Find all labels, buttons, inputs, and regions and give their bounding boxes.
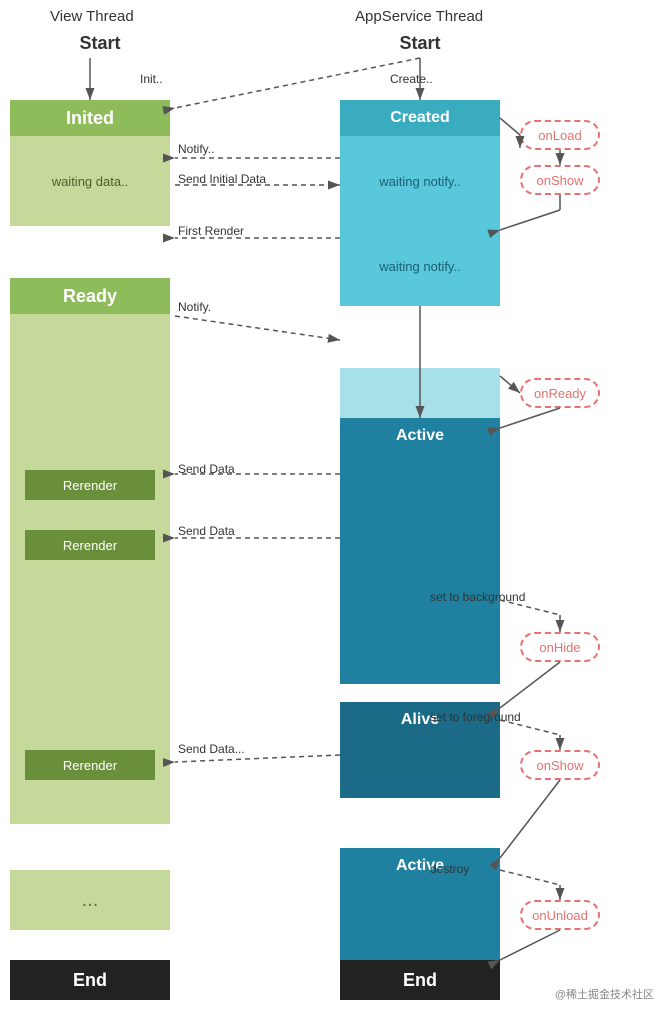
as-alive-area [340,738,500,798]
view-thread-header: View Thread [50,8,134,25]
arrow-destroy-label: destroy [430,862,469,876]
vt-rerender3-block: Rerender [25,750,155,780]
as-active1-block: Active [340,418,500,454]
as-created-block: Created [340,100,500,136]
as-waiting1-block: waiting notify.. [340,136,500,226]
as-end-block: End [340,960,500,1000]
arrow-notify2-label: Notify. [178,300,211,314]
arrow-create-label: Create.. [390,72,433,86]
arrow-set-background-label: set to background [430,590,525,604]
arrow-send-initial-label: Send Initial Data [178,172,266,186]
appservice-header: AppService Thread [355,8,483,25]
as-start-label: Start [370,28,470,58]
on-load-callback: onLoad [520,120,600,150]
arrow-first-render-label: First Render [178,224,244,238]
on-show-callback: onShow [520,165,600,195]
watermark: @稀土掘金技术社区 [555,986,654,1002]
diagram-container: View Thread AppService Thread Start Init… [0,0,662,1014]
arrow-notify1-label: Notify.. [178,142,214,156]
vt-waiting-data-block: waiting data.. [10,136,170,226]
as-active2-area [340,884,500,960]
arrow-send-data2-label: Send Data [178,524,235,538]
as-ready-light-block [340,368,500,418]
on-hide-callback: onHide [520,632,600,662]
vt-start-label: Start [50,28,150,58]
as-active2-block: Active [340,848,500,884]
arrow-init-label: Init.. [140,72,163,86]
as-active1-area [340,454,500,684]
vt-rerender2-block: Rerender [25,530,155,560]
vt-end-block: End [10,960,170,1000]
vt-rerender1-block: Rerender [25,470,155,500]
vt-lower-area [10,544,170,824]
vt-ready-block: Ready [10,278,170,314]
vt-dots-block: ... [10,870,170,930]
on-ready-callback: onReady [520,378,600,408]
vt-inited-block: Inited [10,100,170,136]
arrow-send-data3-label: Send Data... [178,742,245,756]
on-show2-callback: onShow [520,750,600,780]
as-waiting2-block: waiting notify.. [340,226,500,306]
vt-ready-area [10,314,170,544]
on-unload-callback: onUnload [520,900,600,930]
arrow-send-data1-label: Send Data [178,462,235,476]
arrow-set-foreground-label: set to foreground [430,710,521,724]
